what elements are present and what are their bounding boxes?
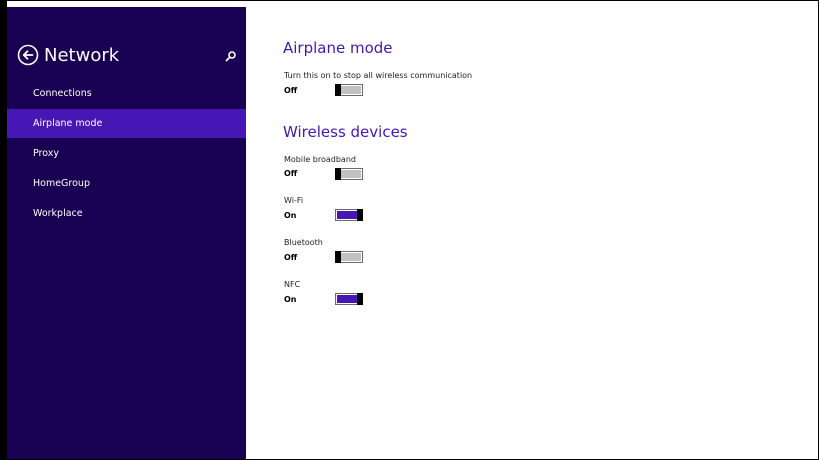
sidebar-item-proxy[interactable]: Proxy [7,139,246,168]
sidebar-item-label: Connections [33,88,92,99]
back-button[interactable] [17,44,39,66]
wifi-toggle[interactable] [335,209,363,221]
back-arrow-circle-icon [17,44,39,66]
airplane-mode-heading: Airplane mode [283,39,393,57]
nfc-toggle[interactable] [335,293,363,305]
bluetooth-state: Off [284,253,298,262]
toggle-thumb [335,168,341,180]
search-button[interactable] [223,48,239,64]
toggle-fill [337,211,357,219]
toggle-thumb [335,251,341,263]
mobile-broadband-toggle[interactable] [335,168,363,180]
nfc-label: NFC [284,280,301,289]
wireless-devices-heading: Wireless devices [283,123,408,141]
toggle-thumb [357,209,363,221]
sidebar-item-workplace[interactable]: Workplace [7,199,246,228]
wifi-state: On [284,211,297,220]
sidebar: Network Connections Airplane mode Proxy … [7,7,246,459]
page-title: Network [44,45,120,66]
sidebar-item-label: Workplace [33,208,83,219]
sidebar-item-connections[interactable]: Connections [7,79,246,108]
sidebar-item-label: Proxy [33,148,60,159]
toggle-thumb [335,84,341,96]
nfc-state: On [284,295,297,304]
mobile-broadband-state: Off [284,169,298,178]
toggle-fill [337,295,357,303]
sidebar-item-label: Airplane mode [33,118,103,129]
bluetooth-toggle[interactable] [335,251,363,263]
bluetooth-label: Bluetooth [284,238,323,247]
settings-window: Network Connections Airplane mode Proxy … [0,0,819,460]
search-icon [225,51,236,62]
toggle-fill [341,253,361,261]
toggle-fill [341,170,361,178]
sidebar-item-airplane-mode[interactable]: Airplane mode [7,109,246,138]
toggle-thumb [357,293,363,305]
airplane-mode-toggle[interactable] [335,84,363,96]
mobile-broadband-label: Mobile broadband [284,155,356,164]
airplane-mode-description: Turn this on to stop all wireless commun… [284,71,473,80]
toggle-fill [341,86,361,94]
sidebar-nav: Connections Airplane mode Proxy HomeGrou… [7,79,246,229]
sidebar-header: Network [17,43,242,69]
wifi-label: Wi-Fi [284,196,304,205]
sidebar-item-homegroup[interactable]: HomeGroup [7,169,246,198]
sidebar-item-label: HomeGroup [33,178,90,189]
airplane-mode-state: Off [284,86,298,95]
